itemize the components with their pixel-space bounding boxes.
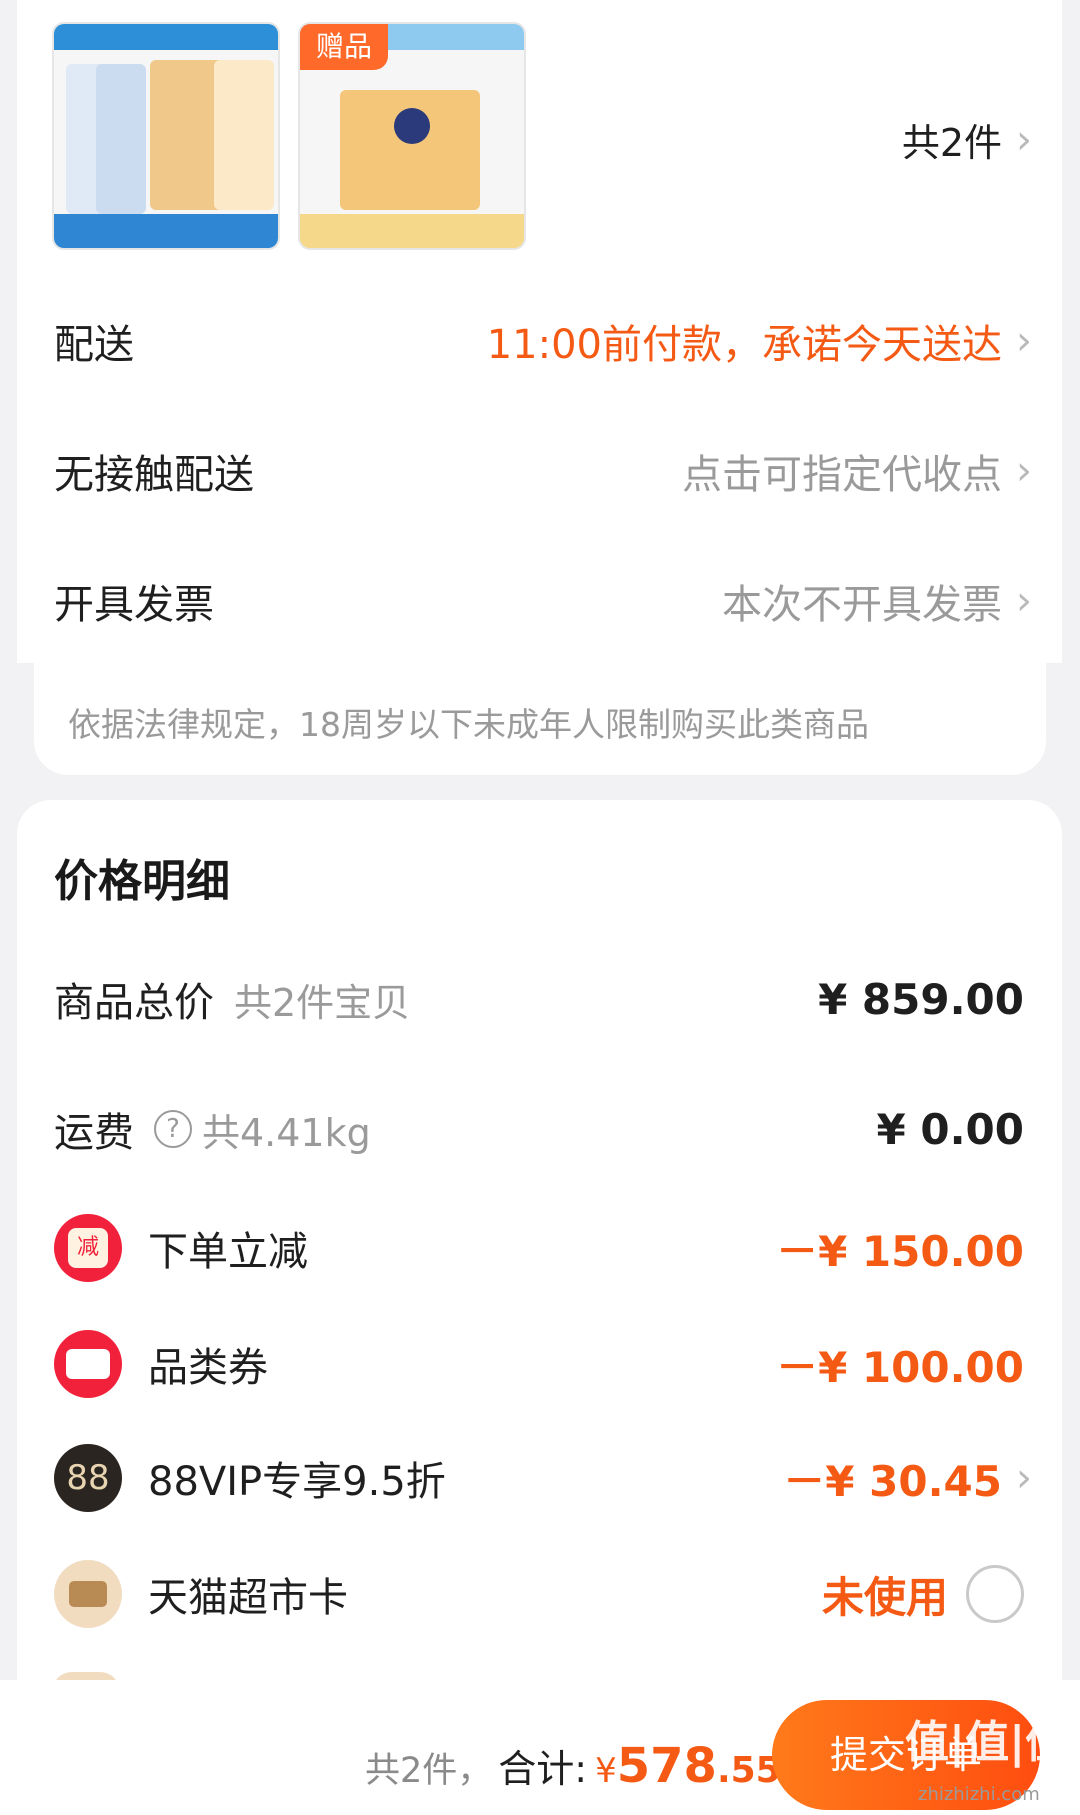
shipping-weight: 共4.41kg	[202, 1110, 371, 1155]
discount-amount: －¥ 100.00	[776, 1342, 1024, 1392]
88vip-icon: 88	[54, 1444, 122, 1512]
shipping-amount: ¥ 0.00	[876, 1104, 1024, 1154]
discount-row-order-reduce: 减 下单立减 －¥ 150.00	[54, 1214, 1024, 1282]
goods-total-amount: ¥ 859.00	[818, 974, 1024, 1024]
delivery-row[interactable]: 配送 11:00前付款，承诺今天送达 ›	[54, 312, 1032, 370]
discount-label: 天猫超市卡	[148, 1575, 348, 1621]
product-thumbnail-2[interactable]: 赠品	[298, 22, 526, 250]
discount-row-88vip[interactable]: 88 88VIP专享9.5折 －¥ 30.45 ›	[54, 1444, 1032, 1512]
card-radio[interactable]	[966, 1565, 1024, 1623]
discount-label: 88VIP专享9.5折	[148, 1459, 446, 1505]
order-total: 共2件， 合计: ¥ 578 .55	[365, 1738, 781, 1794]
goods-total-label: 商品总价	[54, 980, 214, 1026]
shipping-label: 运费	[54, 1110, 134, 1156]
legal-notice: 依据法律规定，18周岁以下未成年人限制购买此类商品	[68, 705, 869, 744]
discount-label: 品类券	[148, 1345, 268, 1391]
total-count: 共2件，	[365, 1751, 493, 1791]
invoice-label: 开具发票	[54, 582, 214, 628]
delivery-value: 11:00前付款，承诺今天送达	[486, 322, 1002, 368]
supermarket-card-row[interactable]: 天猫超市卡 未使用	[54, 1560, 1024, 1628]
total-label: 合计:	[498, 1747, 588, 1791]
gift-tag: 赠品	[300, 24, 388, 70]
item-count: 共2件	[901, 121, 1002, 165]
price-detail-card	[17, 800, 1062, 1815]
discount-amount: －¥ 150.00	[776, 1226, 1024, 1276]
watermark-logo: 值|值|值	[905, 1717, 1070, 1768]
delivery-label: 配送	[54, 322, 134, 368]
coupon-icon	[54, 1330, 122, 1398]
total-currency: ¥	[595, 1751, 617, 1791]
item-count-link[interactable]: 共2件 ›	[902, 112, 1032, 167]
total-integer: 578	[616, 1738, 717, 1794]
contactless-delivery-value: 点击可指定代收点	[682, 452, 1002, 498]
price-detail-title: 价格明细	[54, 856, 230, 907]
card-status: 未使用	[821, 1572, 948, 1622]
invoice-value: 本次不开具发票	[722, 582, 1002, 628]
chevron-right-icon: ›	[1016, 578, 1032, 624]
watermark-url: zhizhizhi.com	[918, 1784, 1040, 1805]
chevron-right-icon: ›	[1016, 1455, 1032, 1501]
help-icon[interactable]: ?	[154, 1110, 192, 1148]
discount-row-category-coupon: 品类券 －¥ 100.00	[54, 1330, 1024, 1398]
discount-label: 下单立减	[148, 1229, 308, 1275]
goods-total-sub: 共2件宝贝	[234, 980, 411, 1025]
invoice-row[interactable]: 开具发票 本次不开具发票 ›	[54, 572, 1032, 630]
contactless-delivery-label: 无接触配送	[54, 452, 254, 498]
contactless-delivery-row[interactable]: 无接触配送 点击可指定代收点 ›	[54, 442, 1032, 500]
goods-total-row: 商品总价 共2件宝贝 ¥ 859.00	[54, 970, 1024, 1028]
chevron-right-icon: ›	[1016, 448, 1032, 494]
reduce-icon: 减	[54, 1214, 122, 1282]
legal-notice-box: 依据法律规定，18周岁以下未成年人限制购买此类商品	[34, 663, 1046, 775]
chevron-right-icon: ›	[1016, 116, 1032, 163]
chevron-right-icon: ›	[1016, 318, 1032, 364]
card-icon	[54, 1560, 122, 1628]
discount-amount: －¥ 30.45	[783, 1456, 1002, 1506]
shipping-row: 运费 ? 共4.41kg ¥ 0.00	[54, 1100, 1024, 1158]
product-thumbnail-1[interactable]	[52, 22, 280, 250]
